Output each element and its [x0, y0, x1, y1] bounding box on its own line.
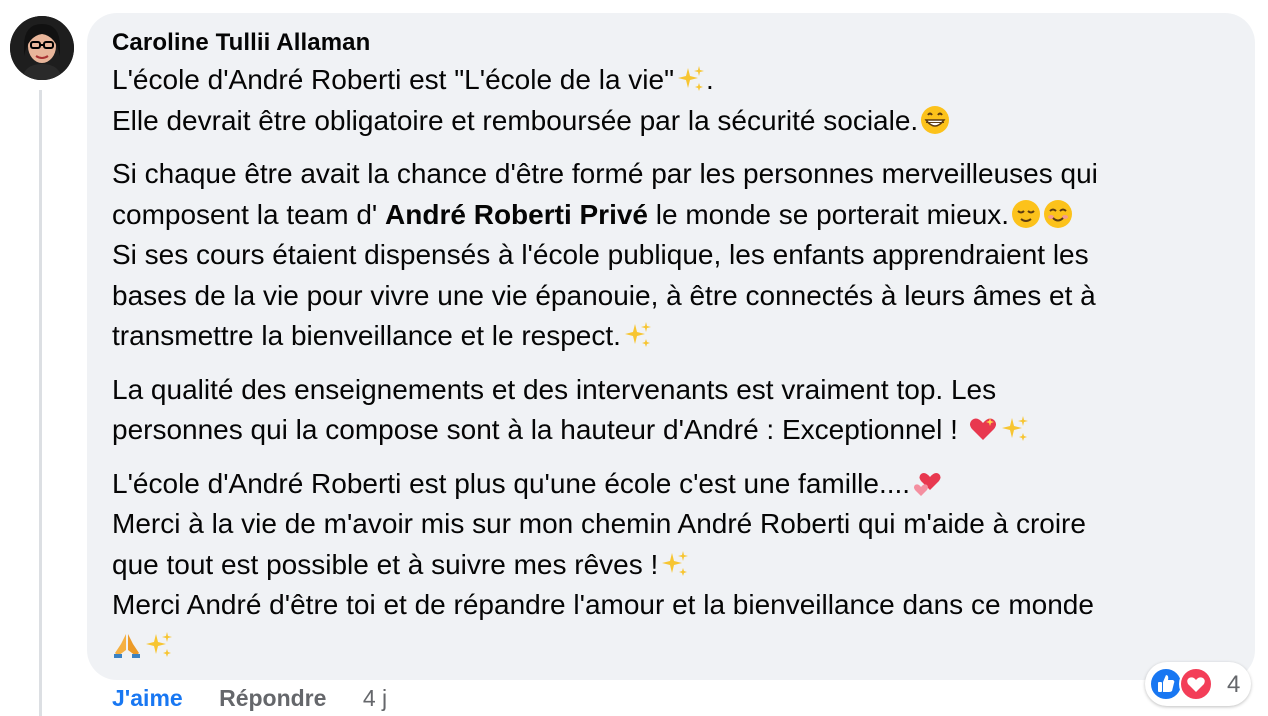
paragraph-1: L'école d'André Roberti est "L'école de … — [112, 60, 1237, 141]
comment-author[interactable]: Caroline Tullii Allaman — [112, 29, 370, 57]
paragraph-4: L'école d'André Roberti est plus qu'une … — [112, 464, 1237, 667]
sparkles-icon — [624, 322, 651, 347]
tagged-page-link[interactable]: André Roberti Privé — [385, 199, 648, 230]
reactions-summary[interactable]: 4 — [1145, 662, 1251, 706]
comment-text: que tout est possible et à suivre mes rê… — [112, 548, 659, 580]
love-icon — [1179, 667, 1213, 701]
comment-text: Elle devrait être obligatoire et rembour… — [112, 104, 919, 136]
reaction-count: 4 — [1227, 671, 1241, 698]
comment-text: personnes qui la compose sont à la haute… — [112, 414, 966, 445]
sparkles-icon — [1001, 416, 1028, 441]
comment-text: . — [706, 64, 714, 95]
grinning-face-icon — [921, 105, 950, 134]
folded-hands-icon — [114, 633, 140, 658]
comment-text: bases de la vie pour vivre une vie épano… — [112, 279, 1096, 311]
comment-text: le monde se porterait mieux. — [648, 198, 1010, 230]
like-button[interactable]: J'aime — [112, 685, 183, 711]
sparkles-icon — [146, 631, 172, 657]
comment-body: L'école d'André Roberti est "L'école de … — [112, 60, 1237, 679]
sparkles-icon — [662, 550, 689, 576]
comment-text: Si ses cours étaient dispensés à l'école… — [112, 239, 1089, 270]
timestamp[interactable]: 4 j — [363, 685, 387, 711]
avatar[interactable] — [10, 16, 74, 80]
comment-text: L'école d'André Roberti est plus qu'une … — [112, 467, 911, 499]
two-hearts-icon — [914, 472, 941, 496]
sparkles-icon — [678, 66, 705, 91]
smiling-face-icon — [1044, 199, 1073, 228]
thread-line — [39, 90, 42, 716]
comment-text: composent la team d' — [112, 198, 386, 230]
avatar-image — [10, 16, 74, 80]
comment-text: Merci à la vie de m'avoir mis sur mon ch… — [112, 508, 1086, 539]
comment-text: Si chaque être avait la chance d'être fo… — [112, 158, 1098, 189]
like-icon — [1149, 667, 1183, 701]
comment-text: L'école d'André Roberti est "L'école de … — [112, 64, 675, 95]
comment-text: Merci André d'être toi et de répandre l'… — [112, 589, 1094, 620]
comment-actions: J'aime Répondre 4 j — [112, 685, 417, 712]
comment-text: La qualité des enseignements et des inte… — [112, 373, 997, 405]
reply-button[interactable]: Répondre — [219, 685, 326, 711]
relieved-face-icon — [1012, 199, 1041, 228]
paragraph-3: La qualité des enseignements et des inte… — [112, 370, 1237, 451]
comment-text: transmettre la bienveillance et le respe… — [112, 320, 621, 351]
sparkling-heart-icon — [969, 418, 996, 440]
paragraph-2: Si chaque être avait la chance d'être fo… — [112, 154, 1237, 357]
